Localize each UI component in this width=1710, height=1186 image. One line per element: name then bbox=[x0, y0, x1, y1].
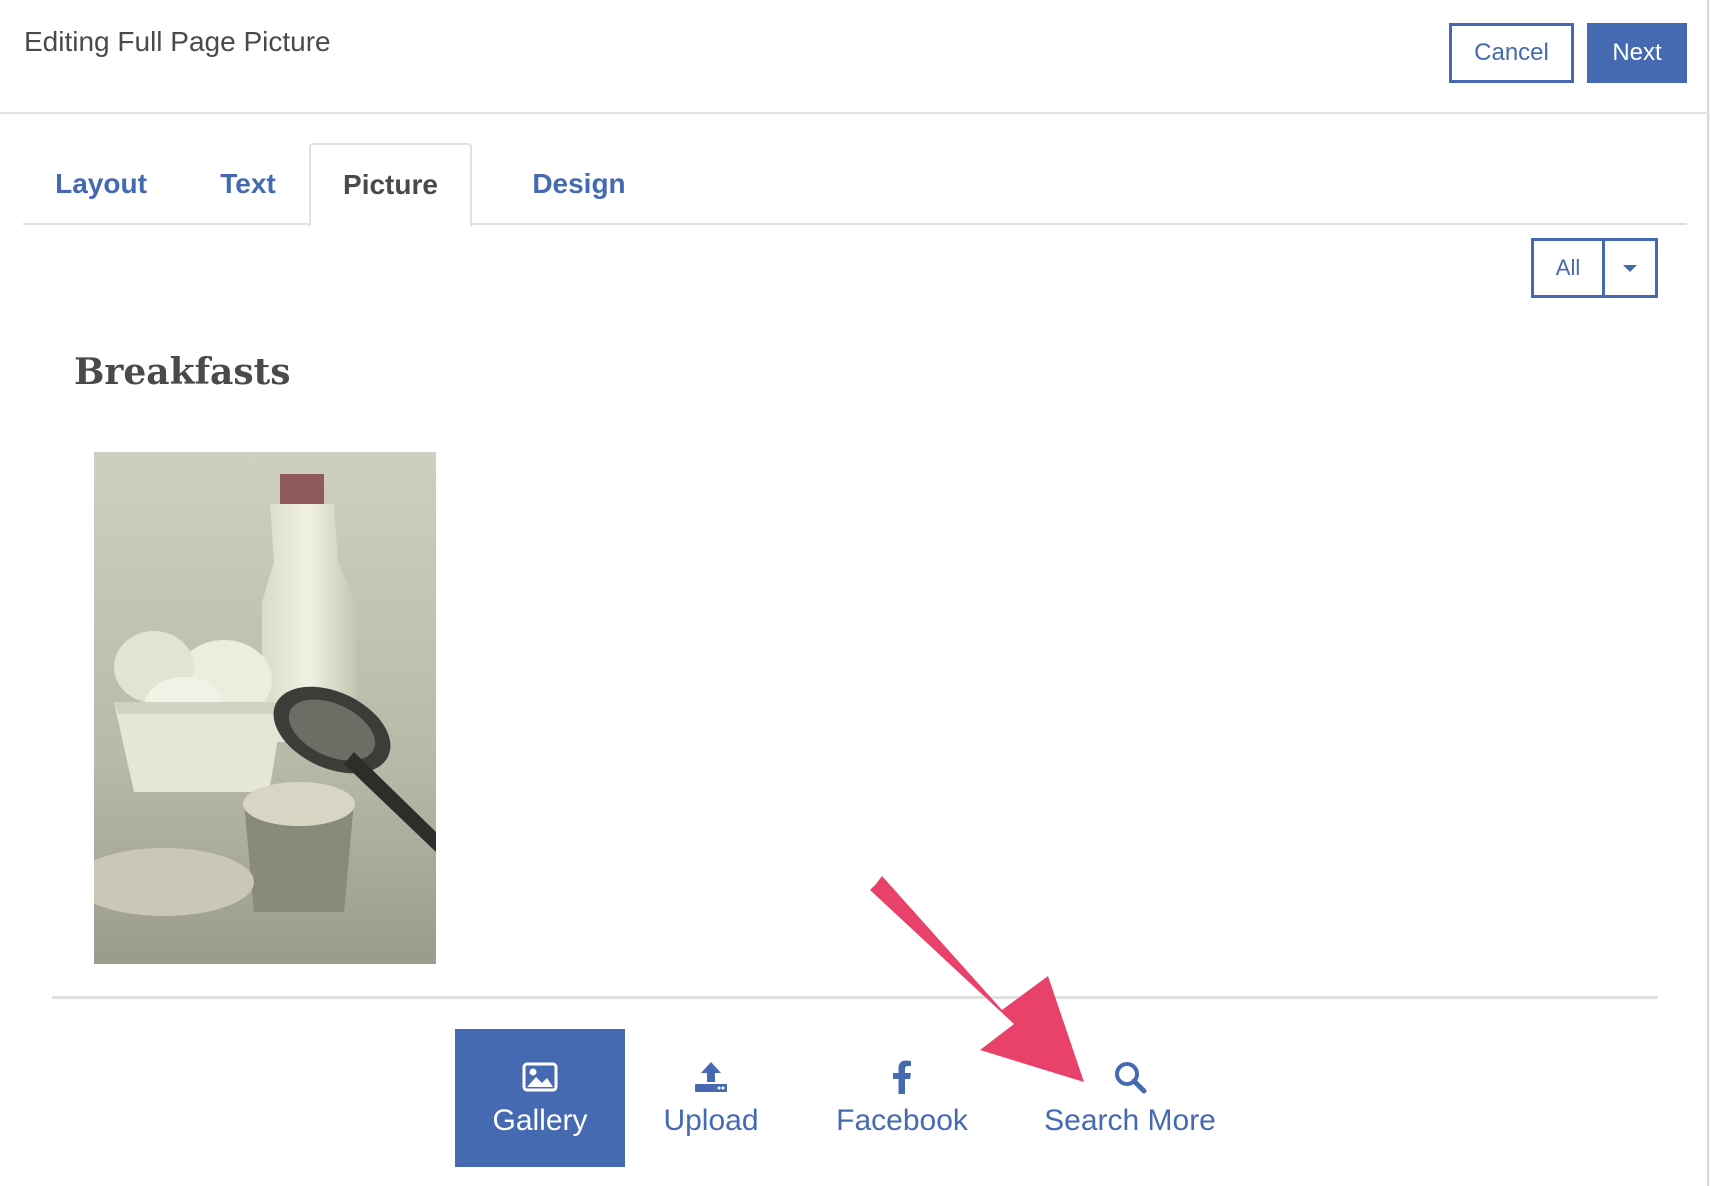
tab-text[interactable]: Text bbox=[189, 143, 307, 225]
search-icon bbox=[1113, 1058, 1147, 1096]
tab-layout[interactable]: Layout bbox=[23, 143, 179, 225]
divider bbox=[52, 996, 1658, 999]
header: Editing Full Page Picture Cancel Next bbox=[0, 0, 1709, 114]
filter-selected-value[interactable]: All bbox=[1534, 241, 1605, 295]
page-title: Editing Full Page Picture bbox=[24, 26, 331, 57]
upload-source-button[interactable]: Upload bbox=[650, 1029, 772, 1167]
next-button[interactable]: Next bbox=[1587, 23, 1687, 83]
gallery-thumbnail[interactable] bbox=[94, 452, 436, 964]
chevron-down-icon[interactable] bbox=[1605, 241, 1655, 295]
gallery-section-title: Breakfasts bbox=[74, 351, 291, 393]
category-filter-dropdown[interactable]: All bbox=[1531, 238, 1658, 298]
tab-picture[interactable]: Picture bbox=[309, 143, 472, 227]
search-more-source-button[interactable]: Search More bbox=[1034, 1029, 1226, 1167]
facebook-source-button[interactable]: Facebook bbox=[824, 1029, 980, 1167]
cancel-button[interactable]: Cancel bbox=[1449, 23, 1574, 83]
upload-source-label: Upload bbox=[663, 1104, 759, 1137]
gallery-source-label: Gallery bbox=[492, 1104, 588, 1137]
tab-bar: Layout Text Picture Design bbox=[23, 143, 1687, 227]
facebook-icon bbox=[892, 1058, 912, 1096]
breakfast-photo-image bbox=[94, 452, 436, 964]
search-more-source-label: Search More bbox=[1044, 1104, 1216, 1137]
tab-design[interactable]: Design bbox=[481, 143, 677, 225]
editor-panel: Editing Full Page Picture Cancel Next La… bbox=[0, 0, 1709, 1186]
image-icon bbox=[522, 1058, 558, 1096]
gallery-source-button[interactable]: Gallery bbox=[455, 1029, 625, 1167]
facebook-source-label: Facebook bbox=[836, 1104, 968, 1137]
upload-icon bbox=[693, 1058, 729, 1096]
